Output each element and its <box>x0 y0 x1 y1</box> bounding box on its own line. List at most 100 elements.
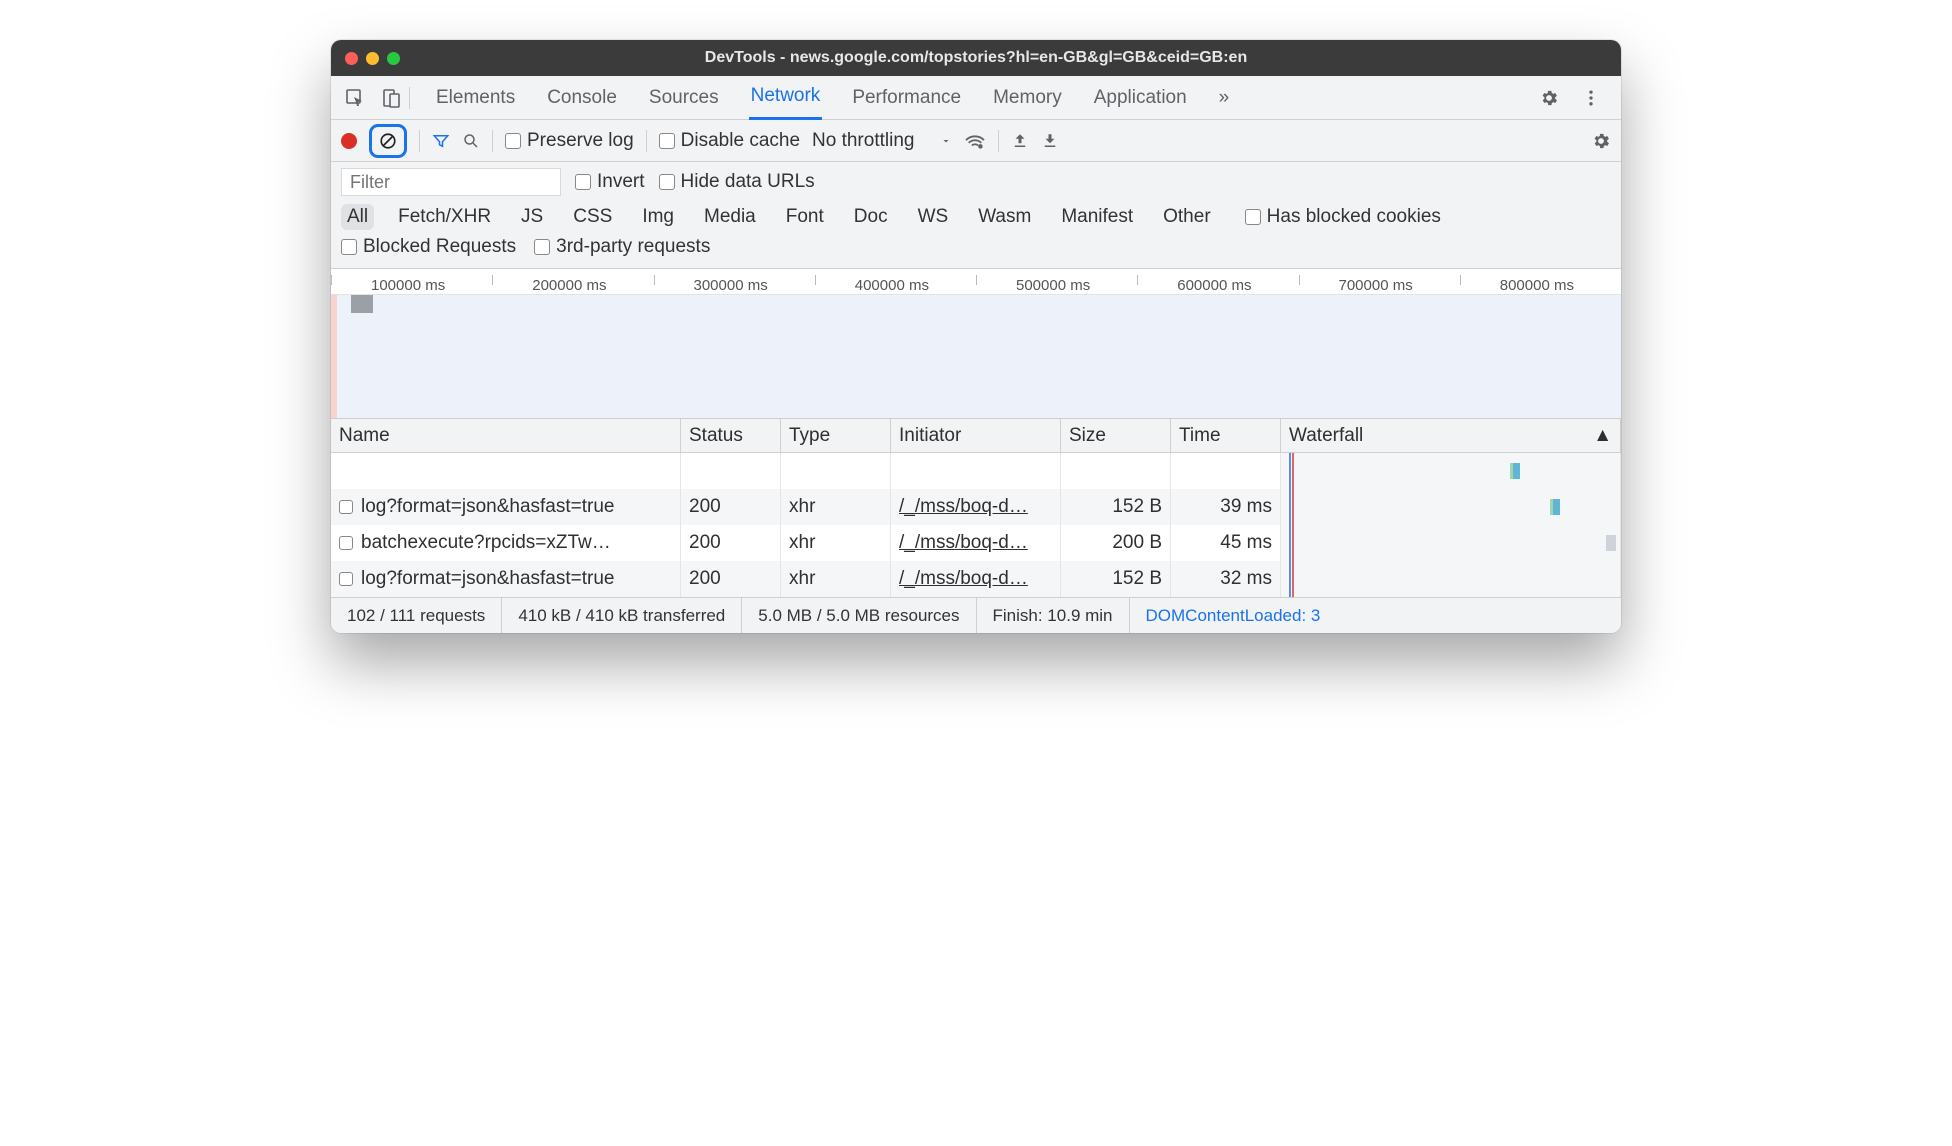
clear-log-button[interactable] <box>369 124 407 158</box>
type-filter-img[interactable]: Img <box>636 204 680 230</box>
timeline-tick: 300000 ms <box>654 277 815 294</box>
throttling-select[interactable]: No throttling <box>812 130 952 152</box>
tab-performance[interactable]: Performance <box>850 77 963 119</box>
col-initiator[interactable]: Initiator <box>891 419 1061 453</box>
status-dcl: DOMContentLoaded: 3 <box>1130 598 1337 633</box>
type-filter-other[interactable]: Other <box>1157 204 1217 230</box>
upload-har-icon[interactable] <box>1011 132 1029 150</box>
network-conditions-icon[interactable] <box>964 132 986 150</box>
download-har-icon[interactable] <box>1041 132 1059 150</box>
requests-body: log?format=json&hasfast=true 200 xhr /_/… <box>331 453 1621 597</box>
filter-input[interactable] <box>341 168 561 196</box>
chevron-down-icon <box>940 135 952 147</box>
tab-more[interactable]: » <box>1217 77 1232 119</box>
file-icon <box>339 536 353 550</box>
network-toolbar: Preserve log Disable cache No throttling <box>331 120 1621 162</box>
type-filter-css[interactable]: CSS <box>567 204 618 230</box>
close-window-button[interactable] <box>345 52 358 65</box>
checkbox-icon <box>534 239 550 255</box>
kebab-menu-icon[interactable] <box>1573 80 1609 116</box>
separator <box>646 130 647 152</box>
file-icon <box>339 500 353 514</box>
request-name: log?format=json&hasfast=true <box>361 496 615 518</box>
separator <box>409 87 410 109</box>
request-type: xhr <box>781 561 891 597</box>
tab-elements[interactable]: Elements <box>434 77 517 119</box>
col-type[interactable]: Type <box>781 419 891 453</box>
table-row[interactable]: log?format=json&hasfast=true 200 xhr /_/… <box>331 489 1621 525</box>
has-blocked-cookies-checkbox[interactable]: Has blocked cookies <box>1245 206 1441 228</box>
invert-checkbox[interactable]: Invert <box>575 171 645 193</box>
request-time: 45 ms <box>1171 525 1281 561</box>
checkbox-icon <box>575 174 591 190</box>
col-time[interactable]: Time <box>1171 419 1281 453</box>
inspect-element-icon[interactable] <box>337 80 373 116</box>
request-time: 32 ms <box>1171 561 1281 597</box>
device-toolbar-icon[interactable] <box>373 80 409 116</box>
status-finish: Finish: 10.9 min <box>977 598 1130 633</box>
status-resources: 5.0 MB / 5.0 MB resources <box>742 598 976 633</box>
timeline-overview[interactable]: 100000 ms 200000 ms 300000 ms 400000 ms … <box>331 269 1621 419</box>
checkbox-icon <box>659 174 675 190</box>
request-type: xhr <box>781 525 891 561</box>
col-status[interactable]: Status <box>681 419 781 453</box>
minimize-window-button[interactable] <box>366 52 379 65</box>
request-initiator[interactable]: /_/mss/boq-d… <box>899 568 1028 590</box>
timeline-ticks: 100000 ms 200000 ms 300000 ms 400000 ms … <box>331 269 1621 295</box>
request-size: 152 B <box>1061 489 1171 525</box>
preserve-log-label: Preserve log <box>527 130 634 152</box>
type-filter-font[interactable]: Font <box>780 204 830 230</box>
tab-sources[interactable]: Sources <box>647 77 721 119</box>
separator <box>419 130 420 152</box>
third-party-checkbox[interactable]: 3rd-party requests <box>534 236 710 258</box>
preserve-log-checkbox[interactable]: Preserve log <box>505 130 634 152</box>
disable-cache-label: Disable cache <box>681 130 800 152</box>
type-filter-fetchxhr[interactable]: Fetch/XHR <box>392 204 497 230</box>
tab-application[interactable]: Application <box>1092 77 1189 119</box>
timeline-tick: 800000 ms <box>1460 277 1621 294</box>
settings-icon[interactable] <box>1531 80 1567 116</box>
request-status: 200 <box>681 489 781 525</box>
tab-network[interactable]: Network <box>749 75 823 120</box>
separator <box>998 130 999 152</box>
col-waterfall[interactable]: Waterfall ▲ <box>1281 419 1621 453</box>
table-row[interactable] <box>331 453 1621 489</box>
col-name[interactable]: Name <box>331 419 681 453</box>
statusbar: 102 / 111 requests 410 kB / 410 kB trans… <box>331 597 1621 633</box>
type-filter-doc[interactable]: Doc <box>848 204 894 230</box>
timeline-start-marker <box>331 295 337 418</box>
panel-tabs: Elements Console Sources Network Perform… <box>434 75 1531 120</box>
type-filter-wasm[interactable]: Wasm <box>972 204 1037 230</box>
hide-data-urls-label: Hide data URLs <box>681 171 815 193</box>
table-row[interactable]: batchexecute?rpcids=xZTw… 200 xhr /_/mss… <box>331 525 1621 561</box>
blocked-requests-checkbox[interactable]: Blocked Requests <box>341 236 516 258</box>
requests-header: Name Status Type Initiator Size Time Wat… <box>331 419 1621 453</box>
search-icon[interactable] <box>462 132 480 150</box>
type-filter-media[interactable]: Media <box>698 204 762 230</box>
request-initiator[interactable]: /_/mss/boq-d… <box>899 496 1028 518</box>
type-filter-js[interactable]: JS <box>515 204 549 230</box>
file-icon <box>339 572 353 586</box>
timeline-tick: 400000 ms <box>815 277 976 294</box>
disable-cache-checkbox[interactable]: Disable cache <box>659 130 800 152</box>
table-row[interactable]: log?format=json&hasfast=true 200 xhr /_/… <box>331 561 1621 597</box>
type-filter-manifest[interactable]: Manifest <box>1055 204 1139 230</box>
titlebar: DevTools - news.google.com/topstories?hl… <box>331 40 1621 76</box>
request-status: 200 <box>681 525 781 561</box>
maximize-window-button[interactable] <box>387 52 400 65</box>
tab-console[interactable]: Console <box>545 77 619 119</box>
request-initiator[interactable]: /_/mss/boq-d… <box>899 532 1028 554</box>
hide-data-urls-checkbox[interactable]: Hide data URLs <box>659 171 815 193</box>
network-settings-icon[interactable] <box>1591 131 1611 151</box>
tab-memory[interactable]: Memory <box>991 77 1064 119</box>
checkbox-icon <box>505 133 521 149</box>
sort-asc-icon: ▲ <box>1593 425 1612 447</box>
type-filter-ws[interactable]: WS <box>912 204 955 230</box>
col-size[interactable]: Size <box>1061 419 1171 453</box>
timeline-tick: 600000 ms <box>1137 277 1298 294</box>
filter-icon[interactable] <box>432 132 450 150</box>
type-filter-all[interactable]: All <box>341 204 374 230</box>
tabbar: Elements Console Sources Network Perform… <box>331 76 1621 120</box>
extra-filter-row: Blocked Requests 3rd-party requests <box>331 236 1621 269</box>
record-button[interactable] <box>341 133 357 149</box>
